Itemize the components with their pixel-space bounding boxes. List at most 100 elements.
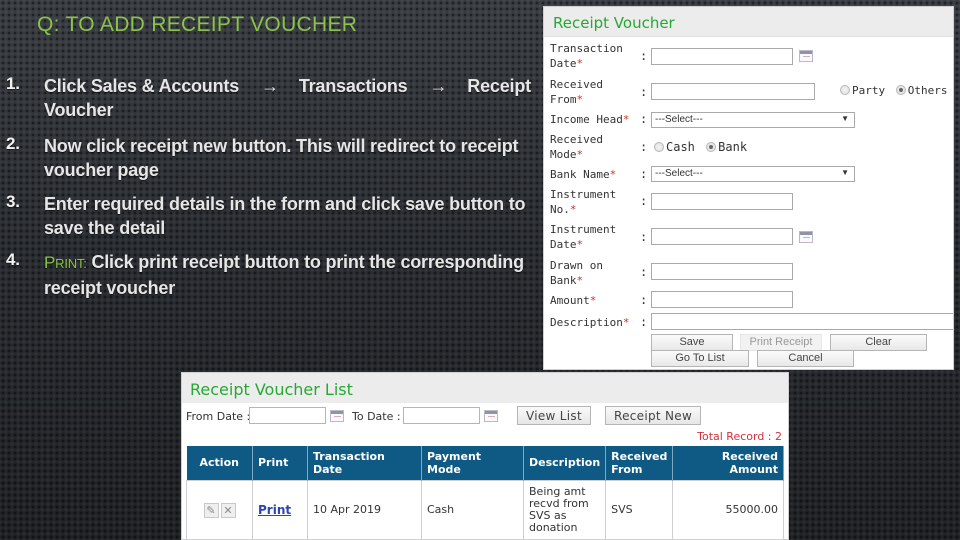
clear-button[interactable]: Clear [830, 334, 927, 351]
description-cell: Being amt recvd from SVS as donation [522, 479, 607, 539]
received-from-cell: SVS [605, 479, 674, 539]
from-date-label: From Date : [186, 410, 251, 423]
received-from-label: Received From* [550, 78, 603, 106]
drawn-on-bank-input[interactable] [651, 263, 793, 280]
description-input[interactable] [651, 313, 953, 330]
table-row: ✎ ✕ Print 10 Apr 2019 Cash Being amt recv… [186, 479, 784, 539]
description-label: Description* [550, 316, 630, 329]
list-title: Receipt Voucher List [182, 373, 788, 403]
others-radio[interactable] [895, 85, 906, 95]
arrow-separator: → [261, 76, 279, 96]
column-header-payment-mode: Payment Mode [421, 446, 524, 480]
instrument-date-input[interactable] [651, 228, 793, 245]
go-to-list-button[interactable]: Go To List [651, 350, 749, 367]
transaction-date-cell: 10 Apr 2019 [307, 479, 422, 539]
column-header-description: Description [523, 446, 607, 480]
bank-name-select[interactable]: ---Select--- ▼ [651, 166, 855, 182]
delete-x-icon[interactable]: ✕ [220, 502, 236, 518]
column-header-print: Print [252, 446, 308, 480]
cash-radio[interactable] [654, 142, 664, 152]
step-text: Transactions [298, 76, 408, 96]
cancel-button[interactable]: Cancel [757, 350, 854, 367]
step-number: 2. [6, 134, 20, 153]
receipt-voucher-list: Receipt Voucher List From Date : To Date… [181, 372, 789, 540]
instruction-steps: 1. Click Sales & Accounts → Transactions → R… [6, 74, 546, 310]
payment-mode-cell: Cash [421, 479, 524, 539]
print-keyword-rest: RINT: [55, 256, 87, 271]
save-button[interactable]: Save [651, 334, 733, 351]
colon: : [640, 85, 648, 99]
dropdown-arrow-icon: ▼ [841, 114, 849, 123]
bank-radio[interactable] [706, 142, 717, 152]
income-head-label: Income Head* [550, 113, 630, 126]
step-text: Receipt [467, 76, 531, 96]
party-radio[interactable] [840, 85, 850, 95]
step-number: 3. [6, 192, 20, 211]
edit-pencil-icon[interactable]: ✎ [203, 502, 219, 518]
column-header-received-from: Received From [605, 446, 674, 480]
colon: : [640, 230, 648, 244]
income-head-selected: ---Select--- [655, 114, 703, 125]
arrow-separator: → [429, 76, 448, 96]
to-date-label: To Date : [352, 410, 401, 423]
step-number: 1. [6, 74, 20, 93]
action-cell: ✎ ✕ [186, 479, 253, 539]
transaction-date-label: Transaction Date* [550, 42, 623, 70]
received-amount-cell: 55000.00 [672, 479, 784, 539]
others-radio-label[interactable]: Others [908, 84, 948, 97]
step-text: Now click receipt new button. This will … [44, 136, 519, 180]
print-link[interactable]: Print [258, 503, 291, 517]
step-text: Enter required details in the form and c… [44, 194, 526, 238]
colon: : [640, 49, 648, 63]
colon: : [640, 315, 648, 329]
slide-title: Q: TO ADD RECEIPT VOUCHER [37, 13, 358, 36]
column-header-transaction-date: Transaction Date [307, 446, 422, 480]
receipt-new-button[interactable]: Receipt New [605, 406, 702, 425]
print-keyword-initial: P [44, 253, 56, 272]
calendar-icon[interactable] [799, 50, 813, 62]
print-keyword: PRINT: [44, 253, 87, 272]
income-head-select[interactable]: ---Select--- ▼ [651, 112, 855, 128]
received-from-type: Party Others [840, 84, 952, 97]
instrument-no-label: Instrument No.* [550, 188, 617, 216]
date-filter-bar: From Date : To Date : View List Receipt … [182, 403, 788, 429]
amount-input[interactable] [651, 291, 793, 308]
dropdown-arrow-icon: ▼ [841, 168, 849, 177]
colon: : [640, 167, 648, 181]
print-cell: Print [252, 479, 308, 539]
step-1: 1. Click Sales & Accounts → Transactions → R… [6, 74, 546, 122]
step-number: 4. [6, 250, 20, 269]
received-mode-options: Cash Bank [654, 140, 751, 154]
received-from-input[interactable] [651, 83, 815, 100]
bank-radio-label[interactable]: Bank [718, 140, 747, 154]
cash-radio-label[interactable]: Cash [666, 140, 695, 154]
form-title: Receipt Voucher [544, 7, 953, 37]
from-date-input[interactable] [249, 407, 326, 424]
party-radio-label[interactable]: Party [852, 84, 885, 97]
instrument-no-input[interactable] [651, 193, 793, 210]
colon: : [640, 112, 648, 126]
transaction-date-input[interactable] [651, 48, 793, 65]
total-record-count: Total Record : 2 [697, 430, 782, 443]
amount-label: Amount* [550, 294, 597, 307]
view-list-button[interactable]: View List [517, 406, 591, 425]
instrument-date-label: Instrument Date* [550, 223, 617, 251]
receipt-list-table: Action Print Transaction Date Payment Mo… [186, 446, 784, 539]
colon: : [640, 140, 648, 154]
step-text: Voucher [44, 100, 114, 120]
step-2: 2. Now click receipt new button. This wi… [6, 134, 546, 182]
calendar-icon[interactable] [799, 231, 813, 243]
print-receipt-button[interactable]: Print Receipt [740, 334, 822, 351]
calendar-icon[interactable] [484, 410, 498, 422]
bank-name-label: Bank Name* [550, 168, 617, 181]
column-header-action: Action [186, 446, 253, 480]
to-date-input[interactable] [403, 407, 480, 424]
step-text: Click Sales & Accounts [44, 76, 240, 96]
step-4: 4. PRINT: Click print receipt button to … [6, 250, 546, 300]
step-text: Click print receipt button to print the … [44, 252, 524, 298]
bank-name-selected: ---Select--- [655, 168, 703, 179]
step-3: 3. Enter required details in the form an… [6, 192, 546, 240]
calendar-icon[interactable] [330, 410, 344, 422]
column-header-received-amount: Received Amount [672, 446, 784, 480]
receipt-voucher-form: Receipt Voucher Transaction Date* : Rece… [543, 6, 954, 370]
